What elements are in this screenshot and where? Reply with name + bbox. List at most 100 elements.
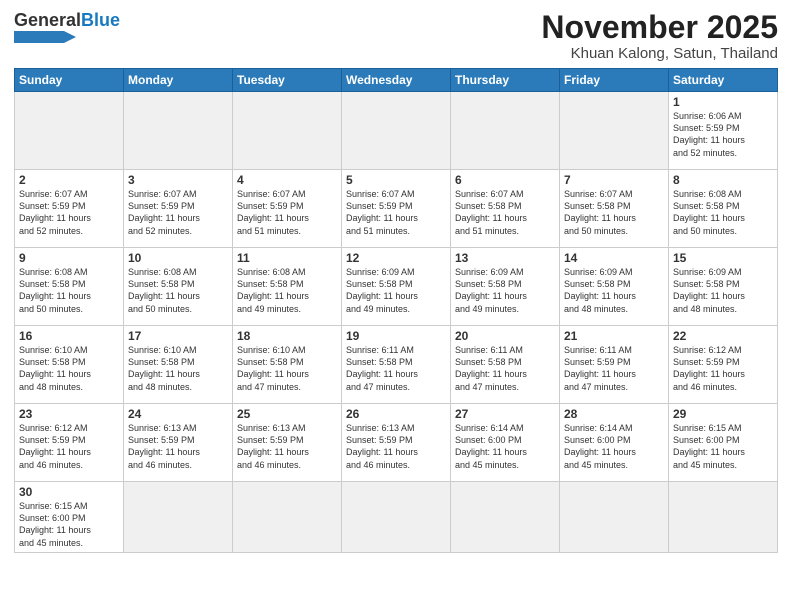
calendar-cell — [669, 482, 778, 553]
day-number: 11 — [237, 251, 337, 265]
day-number: 27 — [455, 407, 555, 421]
calendar-cell: 23Sunrise: 6:12 AM Sunset: 5:59 PM Dayli… — [15, 404, 124, 482]
cell-info: Sunrise: 6:07 AM Sunset: 5:58 PM Dayligh… — [564, 188, 664, 237]
weekday-monday: Monday — [124, 69, 233, 92]
cell-info: Sunrise: 6:10 AM Sunset: 5:58 PM Dayligh… — [19, 344, 119, 393]
calendar-cell: 9Sunrise: 6:08 AM Sunset: 5:58 PM Daylig… — [15, 248, 124, 326]
cell-info: Sunrise: 6:14 AM Sunset: 6:00 PM Dayligh… — [455, 422, 555, 471]
day-number: 21 — [564, 329, 664, 343]
day-number: 18 — [237, 329, 337, 343]
calendar-cell: 29Sunrise: 6:15 AM Sunset: 6:00 PM Dayli… — [669, 404, 778, 482]
cell-info: Sunrise: 6:08 AM Sunset: 5:58 PM Dayligh… — [237, 266, 337, 315]
cell-info: Sunrise: 6:07 AM Sunset: 5:58 PM Dayligh… — [455, 188, 555, 237]
cell-info: Sunrise: 6:06 AM Sunset: 5:59 PM Dayligh… — [673, 110, 773, 159]
logo-icon: General Blue — [14, 10, 120, 31]
cell-info: Sunrise: 6:12 AM Sunset: 5:59 PM Dayligh… — [19, 422, 119, 471]
weekday-friday: Friday — [560, 69, 669, 92]
weekday-saturday: Saturday — [669, 69, 778, 92]
day-number: 29 — [673, 407, 773, 421]
calendar-cell: 13Sunrise: 6:09 AM Sunset: 5:58 PM Dayli… — [451, 248, 560, 326]
day-number: 15 — [673, 251, 773, 265]
day-number: 20 — [455, 329, 555, 343]
week-row-5: 23Sunrise: 6:12 AM Sunset: 5:59 PM Dayli… — [15, 404, 778, 482]
cell-info: Sunrise: 6:12 AM Sunset: 5:59 PM Dayligh… — [673, 344, 773, 393]
calendar-cell — [560, 92, 669, 170]
logo: General Blue — [14, 10, 120, 43]
calendar-cell — [124, 92, 233, 170]
location-title: Khuan Kalong, Satun, Thailand — [541, 45, 778, 62]
cell-info: Sunrise: 6:09 AM Sunset: 5:58 PM Dayligh… — [346, 266, 446, 315]
day-number: 2 — [19, 173, 119, 187]
calendar-cell: 21Sunrise: 6:11 AM Sunset: 5:59 PM Dayli… — [560, 326, 669, 404]
calendar-cell: 28Sunrise: 6:14 AM Sunset: 6:00 PM Dayli… — [560, 404, 669, 482]
calendar-cell — [233, 92, 342, 170]
cell-info: Sunrise: 6:07 AM Sunset: 5:59 PM Dayligh… — [237, 188, 337, 237]
calendar-cell: 7Sunrise: 6:07 AM Sunset: 5:58 PM Daylig… — [560, 170, 669, 248]
week-row-1: 1Sunrise: 6:06 AM Sunset: 5:59 PM Daylig… — [15, 92, 778, 170]
calendar-cell: 16Sunrise: 6:10 AM Sunset: 5:58 PM Dayli… — [15, 326, 124, 404]
day-number: 7 — [564, 173, 664, 187]
cell-info: Sunrise: 6:13 AM Sunset: 5:59 PM Dayligh… — [346, 422, 446, 471]
title-block: November 2025 Khuan Kalong, Satun, Thail… — [541, 10, 778, 62]
day-number: 26 — [346, 407, 446, 421]
calendar-cell: 8Sunrise: 6:08 AM Sunset: 5:58 PM Daylig… — [669, 170, 778, 248]
day-number: 24 — [128, 407, 228, 421]
logo-triangle — [14, 31, 76, 43]
calendar-cell: 5Sunrise: 6:07 AM Sunset: 5:59 PM Daylig… — [342, 170, 451, 248]
day-number: 12 — [346, 251, 446, 265]
calendar-cell: 2Sunrise: 6:07 AM Sunset: 5:59 PM Daylig… — [15, 170, 124, 248]
week-row-6: 30Sunrise: 6:15 AM Sunset: 6:00 PM Dayli… — [15, 482, 778, 553]
day-number: 19 — [346, 329, 446, 343]
weekday-tuesday: Tuesday — [233, 69, 342, 92]
cell-info: Sunrise: 6:08 AM Sunset: 5:58 PM Dayligh… — [19, 266, 119, 315]
cell-info: Sunrise: 6:13 AM Sunset: 5:59 PM Dayligh… — [237, 422, 337, 471]
cell-info: Sunrise: 6:07 AM Sunset: 5:59 PM Dayligh… — [128, 188, 228, 237]
page: General Blue November 2025 Khuan Kalong,… — [0, 0, 792, 612]
cell-info: Sunrise: 6:10 AM Sunset: 5:58 PM Dayligh… — [128, 344, 228, 393]
day-number: 10 — [128, 251, 228, 265]
calendar-cell: 3Sunrise: 6:07 AM Sunset: 5:59 PM Daylig… — [124, 170, 233, 248]
calendar-cell — [342, 92, 451, 170]
week-row-2: 2Sunrise: 6:07 AM Sunset: 5:59 PM Daylig… — [15, 170, 778, 248]
day-number: 1 — [673, 95, 773, 109]
calendar-cell — [342, 482, 451, 553]
calendar-cell: 4Sunrise: 6:07 AM Sunset: 5:59 PM Daylig… — [233, 170, 342, 248]
week-row-3: 9Sunrise: 6:08 AM Sunset: 5:58 PM Daylig… — [15, 248, 778, 326]
day-number: 3 — [128, 173, 228, 187]
cell-info: Sunrise: 6:11 AM Sunset: 5:58 PM Dayligh… — [346, 344, 446, 393]
cell-info: Sunrise: 6:13 AM Sunset: 5:59 PM Dayligh… — [128, 422, 228, 471]
cell-info: Sunrise: 6:15 AM Sunset: 6:00 PM Dayligh… — [19, 500, 119, 549]
cell-info: Sunrise: 6:14 AM Sunset: 6:00 PM Dayligh… — [564, 422, 664, 471]
calendar: SundayMondayTuesdayWednesdayThursdayFrid… — [14, 68, 778, 553]
day-number: 23 — [19, 407, 119, 421]
calendar-cell — [451, 482, 560, 553]
cell-info: Sunrise: 6:07 AM Sunset: 5:59 PM Dayligh… — [346, 188, 446, 237]
cell-info: Sunrise: 6:07 AM Sunset: 5:59 PM Dayligh… — [19, 188, 119, 237]
month-title: November 2025 — [541, 10, 778, 45]
day-number: 30 — [19, 485, 119, 499]
day-number: 14 — [564, 251, 664, 265]
calendar-cell: 20Sunrise: 6:11 AM Sunset: 5:58 PM Dayli… — [451, 326, 560, 404]
day-number: 22 — [673, 329, 773, 343]
day-number: 8 — [673, 173, 773, 187]
calendar-cell: 19Sunrise: 6:11 AM Sunset: 5:58 PM Dayli… — [342, 326, 451, 404]
day-number: 4 — [237, 173, 337, 187]
calendar-cell: 6Sunrise: 6:07 AM Sunset: 5:58 PM Daylig… — [451, 170, 560, 248]
cell-info: Sunrise: 6:08 AM Sunset: 5:58 PM Dayligh… — [673, 188, 773, 237]
weekday-header-row: SundayMondayTuesdayWednesdayThursdayFrid… — [15, 69, 778, 92]
calendar-cell: 30Sunrise: 6:15 AM Sunset: 6:00 PM Dayli… — [15, 482, 124, 553]
calendar-cell: 26Sunrise: 6:13 AM Sunset: 5:59 PM Dayli… — [342, 404, 451, 482]
calendar-cell: 22Sunrise: 6:12 AM Sunset: 5:59 PM Dayli… — [669, 326, 778, 404]
logo-text-blue: Blue — [81, 10, 120, 31]
cell-info: Sunrise: 6:08 AM Sunset: 5:58 PM Dayligh… — [128, 266, 228, 315]
weekday-sunday: Sunday — [15, 69, 124, 92]
day-number: 17 — [128, 329, 228, 343]
calendar-cell: 27Sunrise: 6:14 AM Sunset: 6:00 PM Dayli… — [451, 404, 560, 482]
logo-text-general: General — [14, 10, 81, 31]
calendar-cell — [124, 482, 233, 553]
calendar-cell — [15, 92, 124, 170]
cell-info: Sunrise: 6:11 AM Sunset: 5:59 PM Dayligh… — [564, 344, 664, 393]
day-number: 28 — [564, 407, 664, 421]
weekday-wednesday: Wednesday — [342, 69, 451, 92]
header: General Blue November 2025 Khuan Kalong,… — [14, 10, 778, 62]
